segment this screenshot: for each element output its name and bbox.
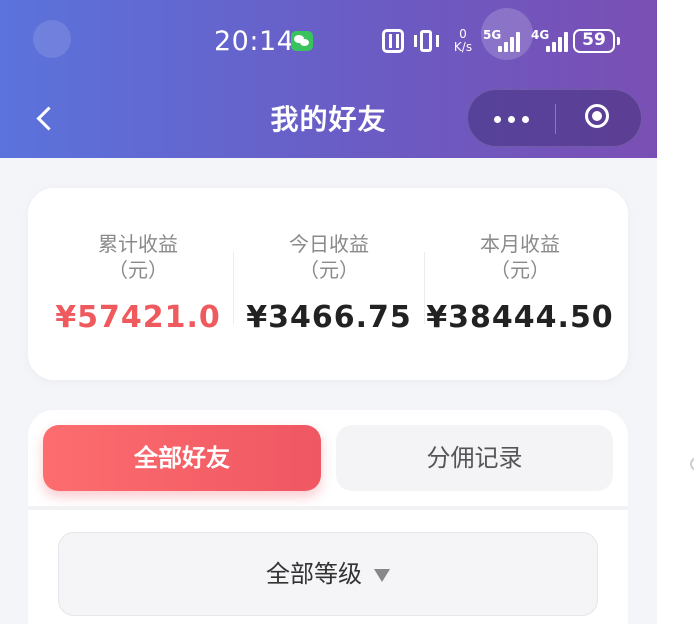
battery-tip — [617, 37, 620, 45]
network-speed: 0 K/s — [451, 28, 475, 54]
tab-all-friends[interactable]: 全部好友 — [43, 425, 321, 491]
battery-icon: 59 — [573, 29, 615, 53]
earnings-today-value: ¥3466.75 — [246, 300, 412, 335]
nfc-icon — [382, 29, 404, 53]
status-time: 20:14 — [214, 26, 295, 57]
vibrate-icon — [412, 30, 442, 52]
level-filter-label: 全部等级 — [266, 560, 362, 588]
earnings-month-label: 本月收益（元） — [480, 232, 560, 282]
earnings-month-value: ¥38444.50 — [426, 300, 614, 335]
earnings-card: 累计收益（元） ¥57421.0 今日收益（元） ¥3466.75 本月收益（元… — [28, 188, 628, 380]
signal-icon — [498, 30, 524, 52]
dropdown-arrow-icon — [374, 568, 390, 582]
nav-bar: 我的好友 — [0, 82, 657, 158]
speed-value: 0 — [459, 27, 467, 41]
app-screen: 20:14 0 K/s 5G 4G 59 我的好友 累计收益（元） ¥57421… — [0, 0, 657, 624]
level-filter-dropdown[interactable]: 全部等级 — [58, 532, 598, 616]
earnings-month: 本月收益（元） ¥38444.50 — [425, 188, 615, 380]
miniprogram-capsule — [467, 89, 642, 147]
more-dots-icon[interactable] — [468, 90, 555, 148]
close-circle-icon[interactable] — [556, 90, 643, 148]
earnings-total-label: 累计收益（元） — [98, 232, 178, 282]
earnings-today-label: 今日收益（元） — [289, 232, 369, 282]
wechat-icon — [291, 31, 313, 51]
earnings-total: 累计收益（元） ¥57421.0 — [43, 188, 233, 380]
tab-commission-records[interactable]: 分佣记录 — [336, 425, 613, 491]
signal-icon — [546, 30, 572, 52]
status-decoration — [33, 20, 71, 58]
earnings-total-value: ¥57421.0 — [55, 300, 221, 335]
edge-handle — [690, 457, 694, 471]
friends-panel: 全部好友 分佣记录 全部等级 — [28, 410, 628, 624]
speed-unit: K/s — [453, 40, 473, 54]
divider — [28, 506, 628, 510]
earnings-today: 今日收益（元） ¥3466.75 — [234, 188, 424, 380]
header: 20:14 0 K/s 5G 4G 59 我的好友 — [0, 0, 657, 158]
status-bar: 20:14 0 K/s 5G 4G 59 — [0, 0, 657, 82]
